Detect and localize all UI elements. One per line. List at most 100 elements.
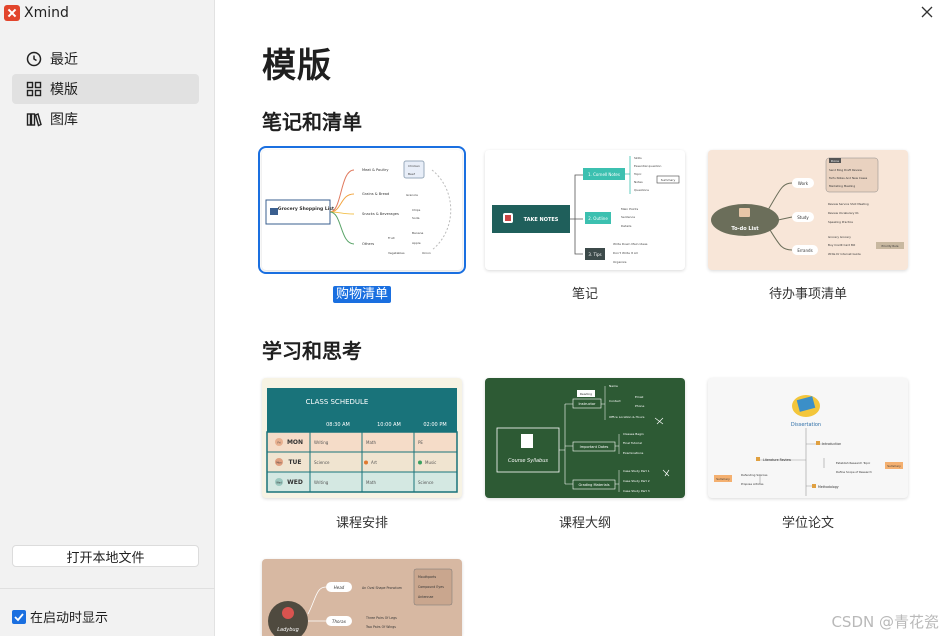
svg-text:Review Service Shot Meeting: Review Service Shot Meeting (828, 202, 869, 206)
svg-text:Name: Name (609, 384, 618, 388)
xmind-logo-icon (4, 5, 20, 21)
svg-text:Examinations: Examinations (623, 451, 644, 455)
svg-text:Math: Math (366, 440, 376, 445)
svg-text:Course Syllabus: Course Syllabus (508, 458, 548, 464)
show-on-startup-checkbox[interactable] (12, 609, 26, 624)
template-card-notes[interactable]: Course Syllabus TAKE NOTES 1. Cornell No… (485, 150, 685, 270)
page-title: 模版 (262, 46, 332, 86)
svg-text:TUE: TUE (288, 459, 301, 466)
sidebar-nav: 最近 模版 图库 (12, 44, 199, 134)
svg-text:Establish Research Topic: Establish Research Topic (836, 461, 871, 465)
svg-text:Three Pairs Of Legs: Three Pairs Of Legs (365, 616, 397, 620)
svg-text:Mouthparts: Mouthparts (418, 575, 437, 579)
notes-thumbnail: Course Syllabus TAKE NOTES 1. Cornell No… (492, 156, 680, 264)
svg-text:1. Cornell Notes: 1. Cornell Notes (588, 172, 620, 177)
sidebar-item-templates[interactable]: 模版 (12, 74, 199, 104)
svg-text:Head: Head (334, 585, 345, 590)
template-label-class-schedule[interactable]: 课程安排 (262, 512, 462, 531)
svg-text:Skills: Skills (634, 156, 642, 160)
svg-text:Essential question: Essential question (634, 164, 661, 168)
section-title-notes: 笔记和清单 (262, 110, 362, 134)
svg-text:CLASS SCHEDULE: CLASS SCHEDULE (306, 398, 369, 406)
sidebar-item-library[interactable]: 图库 (12, 104, 199, 134)
svg-text:Math: Math (366, 480, 376, 485)
template-label-dissertation[interactable]: 学位论文 (708, 512, 908, 531)
template-card-shopping-list[interactable]: Grocery Shopping List Meat & Poultry Gra… (258, 146, 466, 274)
todo-thumbnail: To-do List Work Study Errands Done Send … (711, 157, 904, 256)
svg-text:Speaking Practice: Speaking Practice (828, 220, 853, 224)
svg-text:2. Outline: 2. Outline (588, 216, 608, 221)
svg-text:Summary: Summary (716, 477, 730, 481)
svg-text:Priority Rule: Priority Rule (882, 244, 899, 248)
svg-text:Review Vocabulary 01: Review Vocabulary 01 (828, 211, 859, 215)
template-card-course-syllabus[interactable]: Course Syllabus Instructor Reading Impor… (485, 378, 685, 498)
svg-text:02:00 PM: 02:00 PM (423, 422, 446, 428)
svg-text:Granola: Granola (406, 193, 418, 197)
svg-text:Antennae: Antennae (418, 595, 433, 599)
svg-text:Send Blog Draft Review: Send Blog Draft Review (829, 168, 863, 172)
open-local-file-button[interactable]: 打开本地文件 (12, 545, 199, 567)
template-card-ladybug[interactable]: Ladybug Head Thorax An Oval Shape Pronot… (262, 559, 462, 636)
svg-text:Details: Details (621, 224, 632, 228)
template-card-dissertation[interactable]: Dissertation Literature Review Introduct… (708, 378, 908, 498)
thumb-center: Grocery Shopping List (278, 206, 335, 212)
library-icon (26, 111, 42, 127)
svg-text:TAKE NOTES: TAKE NOTES (524, 217, 559, 223)
svg-text:Important Dates: Important Dates (580, 445, 609, 449)
svg-text:Science: Science (418, 480, 434, 485)
grid-icon (26, 81, 42, 97)
checkmark-icon (14, 612, 24, 621)
svg-text:Case Study Part 2: Case Study Part 2 (623, 479, 650, 483)
shopping-list-thumbnail: Grocery Shopping List Meat & Poultry Gra… (265, 160, 452, 255)
svg-text:Marketing Meeting: Marketing Meeting (829, 184, 855, 188)
template-card-class-schedule[interactable]: CLASS SCHEDULE 08:30 AM 10:00 AM 02:00 P… (262, 378, 462, 498)
svg-text:Banana: Banana (412, 231, 424, 235)
svg-text:Dissertation: Dissertation (791, 422, 821, 428)
svg-text:Summary: Summary (661, 178, 676, 182)
svg-text:Contact: Contact (609, 399, 621, 403)
svg-text:Snacks & Beverages: Snacks & Beverages (362, 212, 399, 216)
svg-text:Classes Begin: Classes Begin (623, 432, 644, 436)
svg-text:Tell's Notes And New Cases: Tell's Notes And New Cases (828, 176, 868, 180)
svg-text:Errands: Errands (797, 248, 812, 253)
svg-text:Buy Credit Card Bill: Buy Credit Card Bill (828, 243, 855, 247)
svg-text:Work: Work (798, 181, 809, 186)
svg-text:Compound Eyes: Compound Eyes (418, 585, 444, 589)
svg-text:Main Points: Main Points (621, 207, 639, 211)
sidebar-item-label: 模版 (50, 82, 78, 98)
app-name: Xmind (24, 5, 69, 21)
svg-text:PE: PE (418, 440, 423, 445)
svg-text:08:30 AM: 08:30 AM (326, 422, 350, 428)
template-label-notes[interactable]: 笔记 (485, 283, 685, 302)
app-title: Xmind (4, 3, 69, 23)
svg-text:10:00 AM: 10:00 AM (377, 422, 401, 428)
svg-text:Case Study Part 1: Case Study Part 1 (623, 469, 650, 473)
template-label-todo[interactable]: 待办事项清单 (708, 283, 908, 302)
template-label-shopping-list[interactable]: 购物清单 (262, 283, 462, 303)
svg-text:Writing: Writing (314, 440, 329, 445)
svg-text:Study: Study (797, 215, 809, 220)
show-on-startup[interactable]: 在启动时显示 (12, 607, 108, 626)
close-button[interactable] (917, 2, 937, 22)
template-label-course-syllabus[interactable]: 课程大纲 (485, 512, 685, 531)
svg-text:Topic: Topic (633, 172, 642, 176)
svg-text:Introduction: Introduction (822, 442, 841, 446)
svg-text:Defending Sources: Defending Sources (741, 473, 768, 477)
svg-text:Art: Art (371, 460, 377, 465)
show-on-startup-label: 在启动时显示 (30, 611, 109, 626)
template-card-todo[interactable]: To-do List Work Study Errands Done Send … (708, 150, 908, 270)
svg-text:Others: Others (362, 242, 374, 246)
svg-text:Instructor: Instructor (579, 402, 597, 406)
svg-text:Two Pairs Of Wings: Two Pairs Of Wings (365, 625, 396, 629)
svg-text:An Oval Shape Pronotum: An Oval Shape Pronotum (362, 586, 402, 590)
ladybug-thumbnail: Ladybug Head Thorax An Oval Shape Pronot… (268, 568, 453, 636)
svg-text:Reading: Reading (580, 392, 592, 396)
svg-text:WED: WED (287, 479, 303, 486)
sidebar-item-recent[interactable]: 最近 (12, 44, 199, 74)
svg-text:Write Dr Internet Guide: Write Dr Internet Guide (828, 252, 861, 256)
watermark: CSDN @青花瓷 (831, 613, 939, 631)
svg-text:Apple: Apple (412, 241, 421, 245)
svg-text:Chips: Chips (412, 208, 421, 212)
svg-text:Define Scope of Research: Define Scope of Research (836, 470, 872, 474)
svg-text:Propose Articles: Propose Articles (741, 482, 764, 486)
